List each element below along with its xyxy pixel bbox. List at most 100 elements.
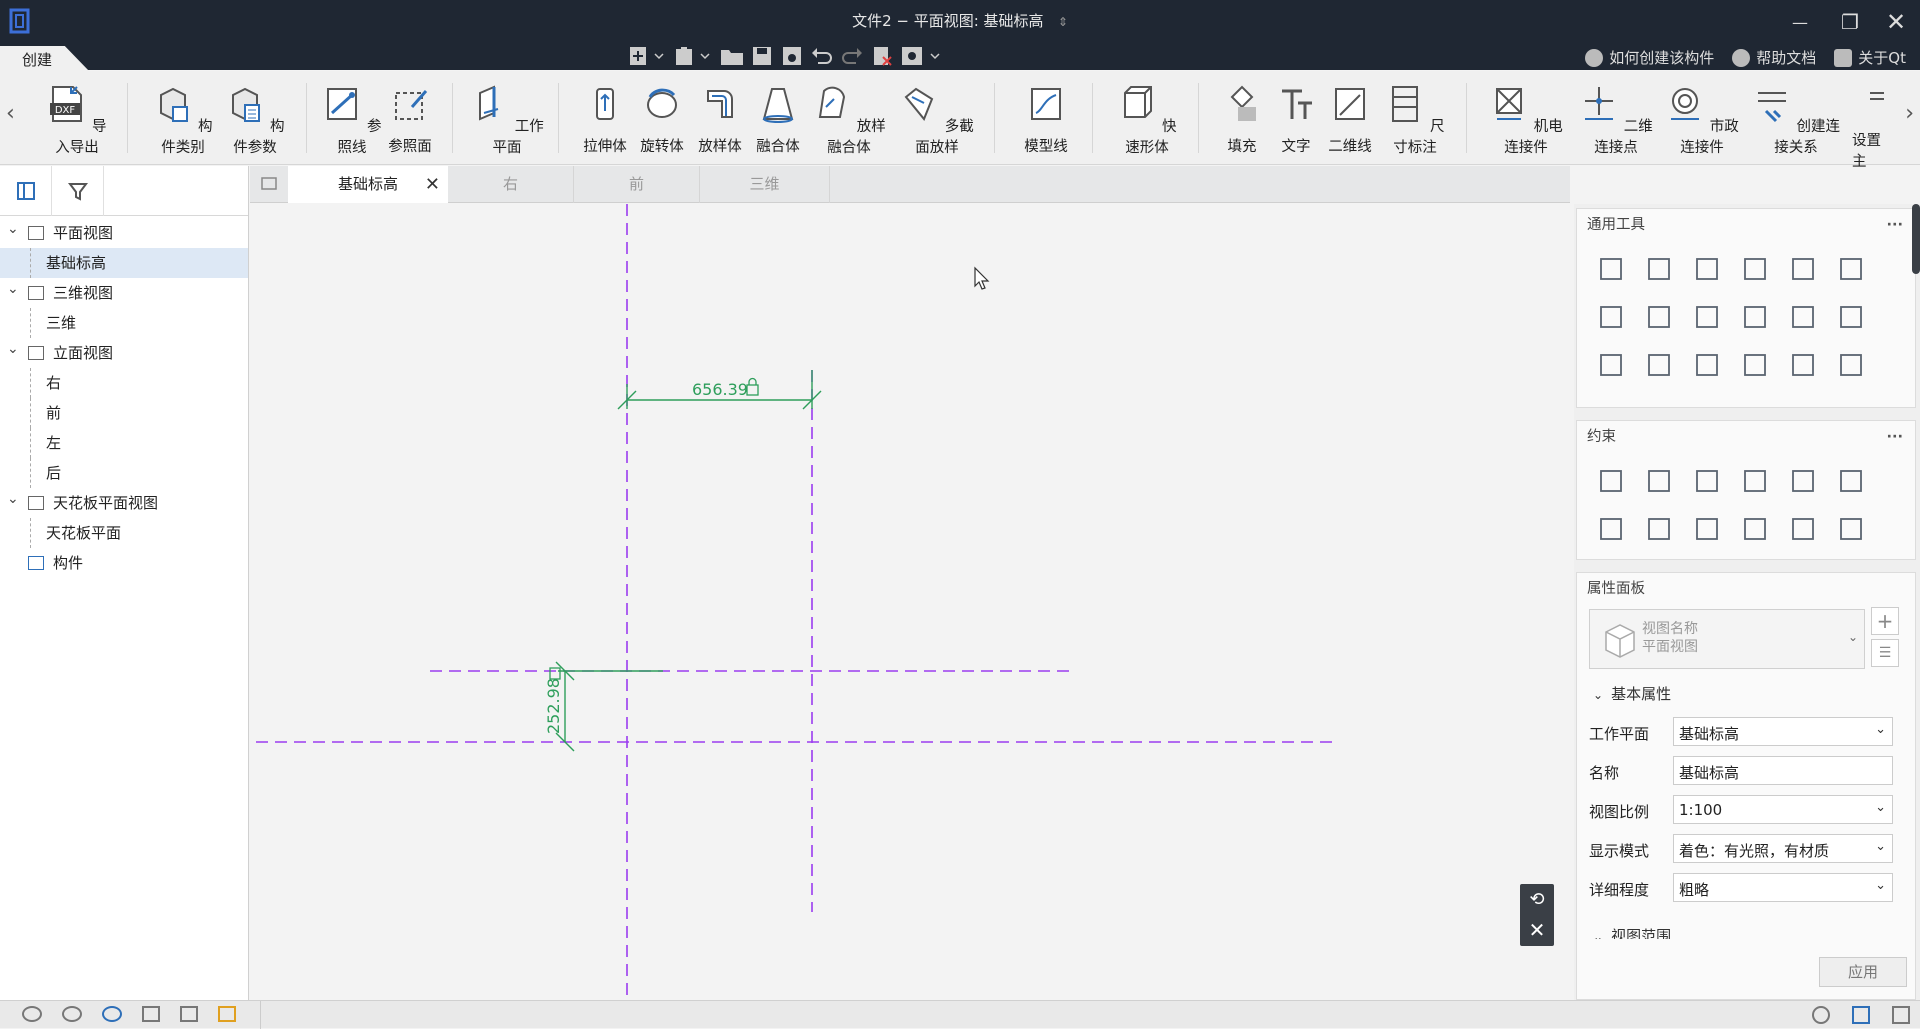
circle-icon[interactable] bbox=[1779, 505, 1827, 553]
tree-item[interactable]: 左 bbox=[0, 428, 248, 458]
highlight-icon[interactable] bbox=[218, 1006, 236, 1022]
trim-icon[interactable] bbox=[1683, 293, 1731, 341]
align-icon[interactable] bbox=[1587, 293, 1635, 341]
equal-distance-icon[interactable] bbox=[1587, 505, 1635, 553]
angle-icon[interactable] bbox=[1683, 505, 1731, 553]
scale-icon[interactable] bbox=[1683, 341, 1731, 389]
tree-item[interactable]: 三维 bbox=[0, 308, 248, 338]
tangent-icon[interactable] bbox=[1731, 457, 1779, 505]
dimension-vertical[interactable] bbox=[555, 661, 663, 752]
tree-item[interactable]: 天花板平面 bbox=[0, 518, 248, 548]
mep-connector-button[interactable]: 机电连接件 bbox=[1484, 83, 1568, 157]
more-icon[interactable]: ··· bbox=[1886, 209, 1903, 241]
chevron-down-icon[interactable]: ⌄ bbox=[7, 274, 19, 304]
text-button[interactable]: 文字 bbox=[1270, 83, 1322, 156]
pin-icon[interactable] bbox=[1587, 457, 1635, 505]
more-icon[interactable]: ··· bbox=[1886, 421, 1903, 453]
redo-icon[interactable] bbox=[838, 45, 868, 67]
zoom-fit-icon[interactable] bbox=[1812, 1006, 1830, 1024]
array-icon[interactable] bbox=[1827, 245, 1875, 293]
property-field[interactable]: 基础标高 bbox=[1673, 756, 1893, 785]
tab-3d[interactable]: 三维 bbox=[700, 166, 830, 203]
view-range-header[interactable]: ⌄ 视图范围 bbox=[1593, 925, 1671, 939]
component-category-button[interactable]: 构件类别 bbox=[150, 83, 216, 157]
property-field[interactable]: 1:100 ⌄ bbox=[1673, 795, 1893, 824]
tree-item[interactable]: 构件 bbox=[0, 548, 248, 578]
close-overlay-icon[interactable]: ✕ bbox=[1520, 915, 1554, 946]
view-cube-toggle-icon[interactable] bbox=[1892, 1006, 1910, 1024]
lock-icon[interactable] bbox=[746, 377, 759, 396]
chevron-down-icon[interactable]: ⌄ bbox=[7, 334, 19, 364]
tab-front[interactable]: 前 bbox=[574, 166, 700, 203]
quick-shape-button[interactable]: 快速形体 bbox=[1114, 83, 1180, 157]
split-icon[interactable] bbox=[1731, 293, 1779, 341]
chevron-down-icon[interactable]: ⌄ bbox=[7, 484, 19, 514]
settings-icon[interactable] bbox=[898, 45, 928, 67]
select-icon[interactable] bbox=[1587, 245, 1635, 293]
work-plane-button[interactable]: 工作平面 bbox=[470, 83, 544, 157]
basic-properties-header[interactable]: ⌄ 基本属性 bbox=[1593, 683, 1671, 704]
tab-list-icon[interactable] bbox=[260, 175, 280, 193]
open-folder-icon[interactable] bbox=[718, 45, 748, 67]
tab-base-level[interactable]: 基础标高 ✕ bbox=[288, 166, 448, 203]
arc-icon[interactable] bbox=[1731, 505, 1779, 553]
distance-icon[interactable] bbox=[1635, 505, 1683, 553]
2d-line-button[interactable]: 二维线 bbox=[1324, 83, 1376, 156]
add-view-button[interactable]: + bbox=[1871, 607, 1899, 635]
close-document-icon[interactable] bbox=[868, 45, 898, 67]
protractor-icon[interactable] bbox=[1827, 341, 1875, 389]
title-switch-icon[interactable]: ⇕ bbox=[1058, 15, 1068, 29]
ungroup-icon[interactable] bbox=[1635, 341, 1683, 389]
parallel-icon[interactable] bbox=[1683, 457, 1731, 505]
reference-plane-button[interactable]: 参照面 bbox=[382, 83, 438, 156]
tab-right[interactable]: 右 bbox=[448, 166, 574, 203]
view-settings-icon[interactable] bbox=[1852, 1006, 1870, 1024]
rotate-icon[interactable] bbox=[1731, 245, 1779, 293]
section-box-icon[interactable] bbox=[142, 1006, 160, 1022]
move-icon[interactable] bbox=[1635, 245, 1683, 293]
2d-connection-point-button[interactable]: 二维连接点 bbox=[1576, 83, 1656, 157]
dimension-vertical-value[interactable]: 252.98 bbox=[544, 678, 563, 734]
maximize-button[interactable]: ❐ bbox=[1830, 6, 1870, 38]
ribbon-next-button[interactable]: › bbox=[1905, 101, 1914, 126]
hide-element-icon[interactable] bbox=[62, 1006, 82, 1022]
tree-item[interactable]: 后 bbox=[0, 458, 248, 488]
property-field[interactable]: 粗略 ⌄ bbox=[1673, 873, 1893, 902]
replace-icon[interactable] bbox=[1731, 341, 1779, 389]
ellipse-icon[interactable] bbox=[1827, 505, 1875, 553]
revolve-button[interactable]: 旋转体 bbox=[634, 83, 690, 156]
minimize-button[interactable]: — bbox=[1780, 6, 1820, 38]
import-export-button[interactable]: DXF 导入导出 bbox=[46, 83, 108, 157]
extend-icon[interactable] bbox=[1779, 293, 1827, 341]
panel-toggle-icon[interactable] bbox=[0, 166, 52, 216]
set-main-button[interactable]: 设置主 bbox=[1852, 83, 1892, 171]
property-field[interactable]: 着色：有光照，有材质 ⌄ bbox=[1673, 834, 1893, 863]
filter-icon[interactable] bbox=[52, 166, 104, 216]
help-docs-link[interactable]: 帮助文档 bbox=[1732, 47, 1816, 68]
measure-icon[interactable] bbox=[1779, 341, 1827, 389]
reset-view-icon[interactable]: ⟲ bbox=[1520, 884, 1554, 915]
tree-item[interactable]: ⌄ 立面视图 bbox=[0, 338, 248, 368]
component-params-button[interactable]: 构件参数 bbox=[222, 83, 288, 157]
tab-close-icon[interactable]: ✕ bbox=[425, 166, 440, 203]
chevron-down-icon[interactable] bbox=[928, 45, 942, 67]
new-file-icon[interactable] bbox=[626, 45, 652, 67]
edit-type-button[interactable]: ☰ bbox=[1871, 639, 1899, 667]
view-type-selector[interactable]: 视图名称 平面视图 ⌄ bbox=[1589, 609, 1865, 669]
scrollbar[interactable] bbox=[1912, 204, 1920, 274]
lock-constraint-icon[interactable] bbox=[1827, 457, 1875, 505]
save-as-icon[interactable] bbox=[778, 45, 808, 67]
group-icon[interactable] bbox=[1587, 341, 1635, 389]
fill-button[interactable]: 填充 bbox=[1216, 83, 1268, 156]
extrusion-button[interactable]: 拉伸体 bbox=[578, 83, 632, 156]
chevron-down-icon[interactable] bbox=[698, 45, 712, 67]
help-how-to-create-link[interactable]: 如何创建该构件 bbox=[1585, 47, 1714, 68]
paste-icon[interactable] bbox=[672, 45, 698, 67]
apply-button[interactable]: 应用 bbox=[1819, 957, 1907, 987]
offset-icon[interactable] bbox=[1635, 293, 1683, 341]
isolate-element-icon[interactable] bbox=[102, 1006, 122, 1022]
dimension-button[interactable]: 尺寸标注 bbox=[1380, 83, 1450, 157]
grid-icon[interactable] bbox=[180, 1006, 198, 1022]
about-qt-link[interactable]: 关于Qt bbox=[1834, 47, 1906, 68]
copy-icon[interactable] bbox=[1683, 245, 1731, 293]
